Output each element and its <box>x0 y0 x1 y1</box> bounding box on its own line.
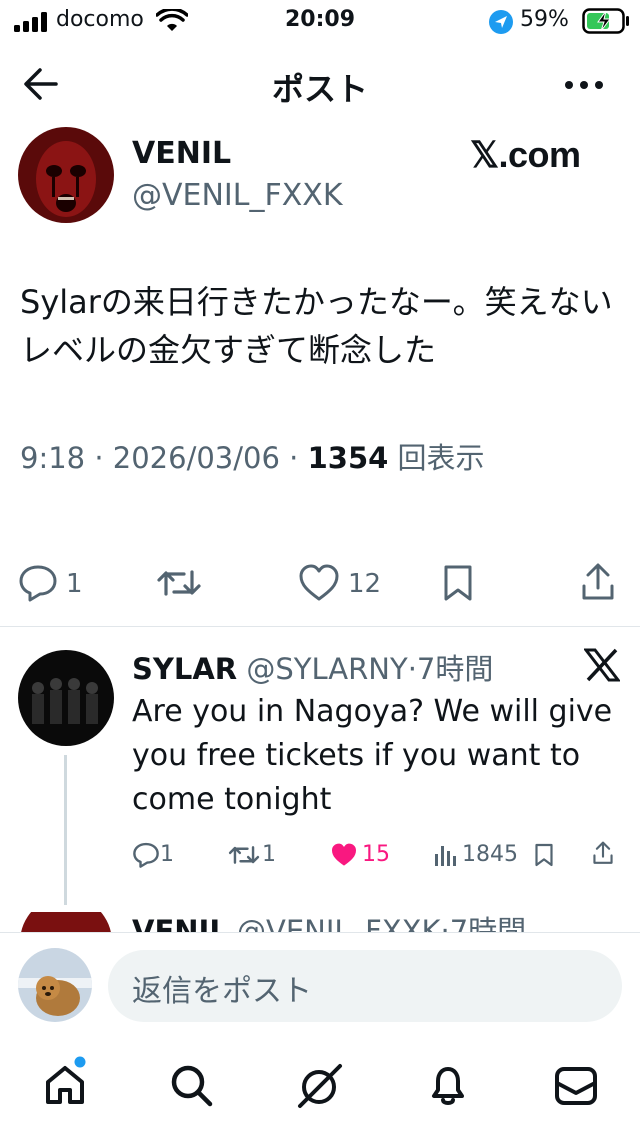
reply-view-count: 1845 <box>462 842 518 867</box>
author-name[interactable]: VENIL <box>132 136 231 171</box>
post-time: 9:18 <box>20 441 86 475</box>
divider <box>0 626 640 627</box>
view-label: 回表示 <box>397 441 485 475</box>
notifications-bell-icon[interactable] <box>428 1064 468 1108</box>
page-title: ポスト <box>271 70 368 108</box>
like-filled-icon[interactable] <box>330 842 358 868</box>
more-options-icon[interactable] <box>564 80 604 90</box>
reply-like-count: 15 <box>362 842 390 867</box>
reply-author-handle[interactable]: @SYLARNY <box>246 652 407 686</box>
notification-dot-icon <box>74 1056 86 1068</box>
post-text: Sylarの来日行きたかったなー。笑えないレベルの金欠すぎて断念した <box>20 283 613 369</box>
meta-separator: · <box>407 652 417 686</box>
search-icon[interactable] <box>170 1064 214 1108</box>
grok-icon[interactable] <box>296 1062 344 1110</box>
meta-separator: · <box>289 441 308 475</box>
view-count[interactable]: 1354 <box>308 441 389 475</box>
home-icon[interactable] <box>44 1064 86 1106</box>
reply-text: Are you in Nagoya? We will give you free… <box>132 694 613 817</box>
x-com-label: 𝕏.com <box>470 134 581 175</box>
author-handle[interactable]: @VENIL_FXXK <box>132 178 343 213</box>
user-avatar[interactable] <box>18 948 92 1022</box>
share-icon[interactable] <box>580 562 616 602</box>
reply-author-avatar[interactable] <box>18 650 114 746</box>
battery-icon <box>582 8 630 34</box>
post-meta: 9:18 · 2026/03/06 · 1354 回表示 <box>20 435 485 477</box>
views-icon[interactable] <box>434 844 458 866</box>
reply-placeholder: 返信をポスト <box>132 974 312 1009</box>
author-avatar[interactable] <box>18 127 114 223</box>
reply-icon[interactable] <box>18 564 58 602</box>
bookmark-icon[interactable] <box>534 842 554 868</box>
bookmark-icon[interactable] <box>442 564 474 602</box>
reply-count: 1 <box>66 569 83 599</box>
like-icon[interactable] <box>298 564 340 602</box>
post-date: 2026/03/06 <box>112 441 280 475</box>
reply-icon[interactable] <box>132 842 160 868</box>
reply-reply-count: 1 <box>160 842 174 867</box>
meta-separator: · <box>94 441 113 475</box>
location-icon <box>488 9 514 35</box>
like-count: 12 <box>348 569 382 599</box>
messages-icon[interactable] <box>554 1066 598 1106</box>
x-logo-icon <box>584 648 620 682</box>
reply-author-name[interactable]: SYLAR <box>132 652 237 686</box>
repost-icon[interactable] <box>228 843 260 867</box>
share-icon[interactable] <box>592 840 614 866</box>
status-bar: docomo 20:09 59% <box>0 0 640 44</box>
reply-header: SYLAR @SYLARNY·7時間 <box>132 646 493 688</box>
reply-repost-count: 1 <box>262 842 276 867</box>
reply-age: 7時間 <box>416 652 494 686</box>
battery-percent: 59% <box>520 7 569 32</box>
repost-icon[interactable] <box>156 566 202 600</box>
thread-line <box>64 755 67 905</box>
